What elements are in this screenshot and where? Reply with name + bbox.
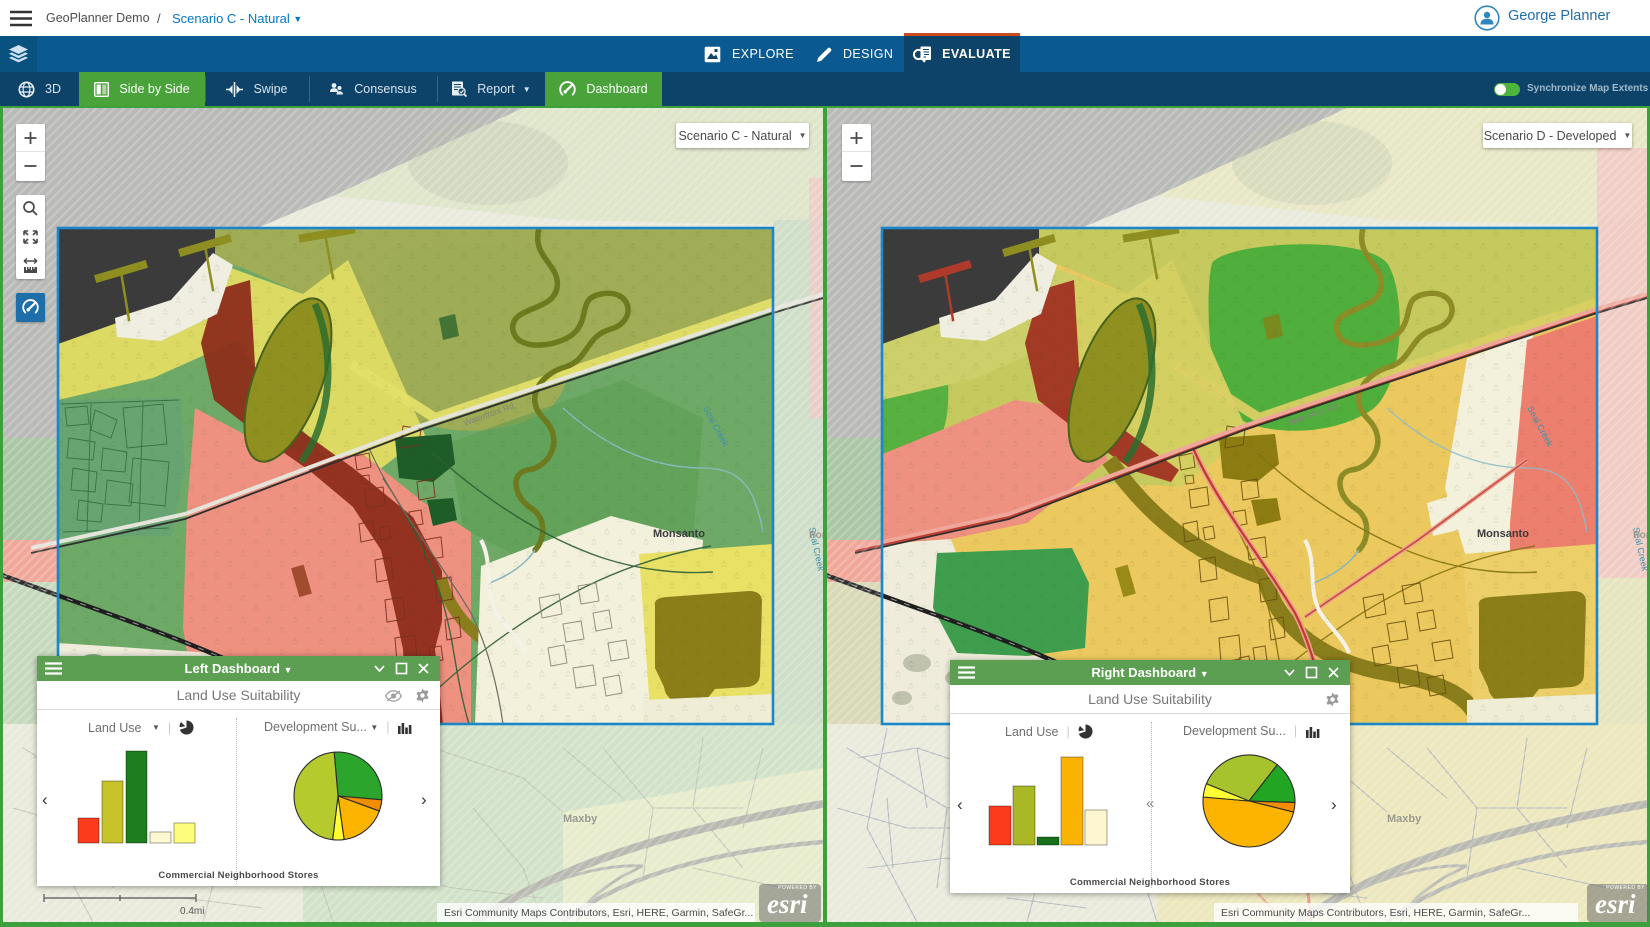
svg-text:Monsanto: Monsanto xyxy=(1477,528,1529,540)
svg-text:0.4mi: 0.4mi xyxy=(180,906,204,917)
svg-text:Port: Port xyxy=(809,530,823,541)
svg-text:Maxby: Maxby xyxy=(563,813,598,825)
svg-text:Maxby: Maxby xyxy=(1387,813,1422,825)
svg-text:Port: Port xyxy=(1633,530,1647,541)
svg-text:Monsanto: Monsanto xyxy=(653,528,705,540)
